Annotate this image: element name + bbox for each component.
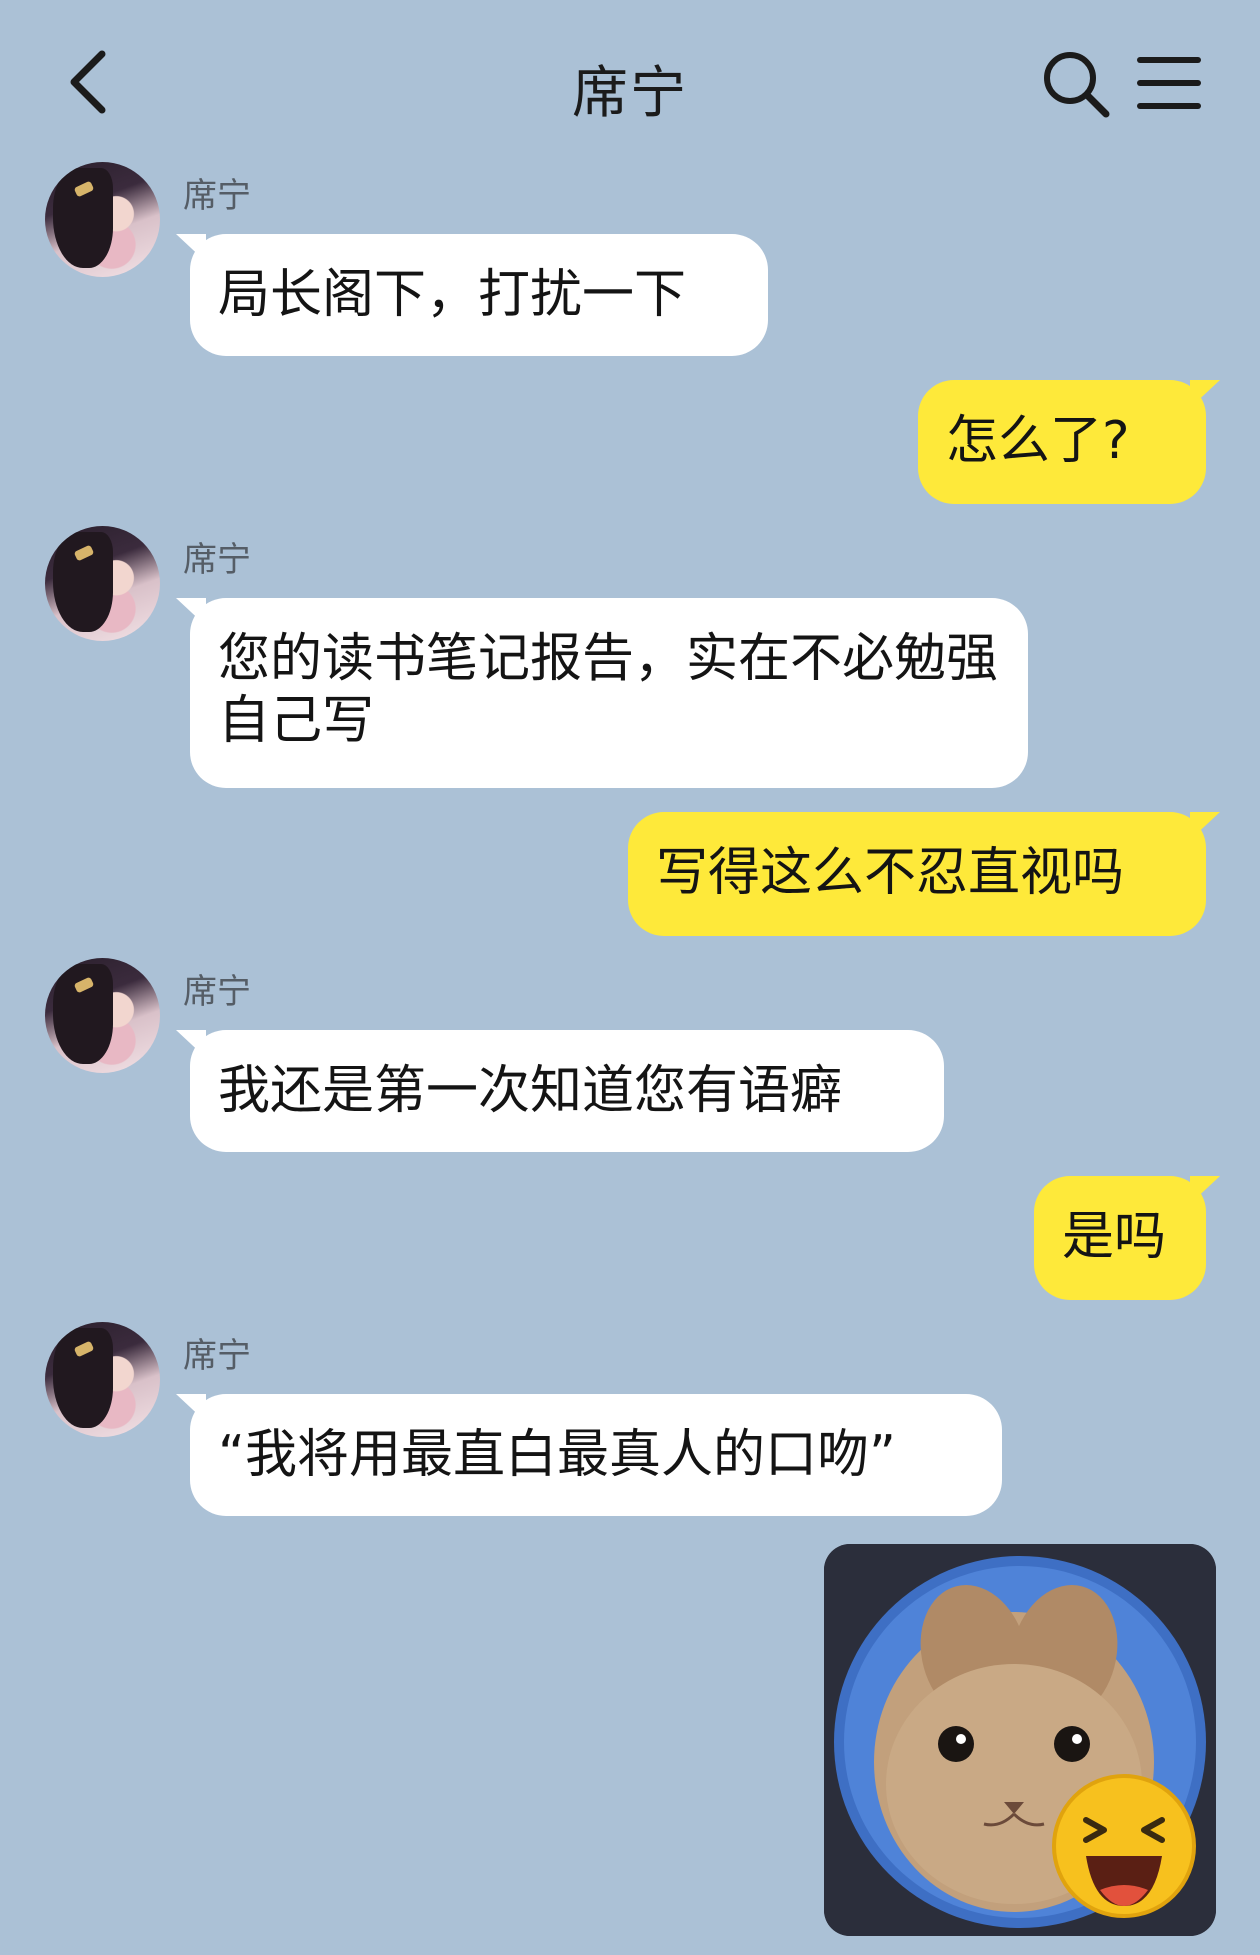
- search-icon: [1044, 52, 1110, 118]
- sender-name: 席宁: [183, 1336, 251, 1376]
- sender-name: 席宁: [183, 540, 251, 580]
- message-bubble-outgoing[interactable]: 写得这么不忍直视吗: [628, 812, 1206, 936]
- message-bubble-outgoing[interactable]: 是吗: [1034, 1176, 1206, 1300]
- sender-name: 席宁: [183, 972, 251, 1012]
- message-bubble-incoming[interactable]: 我还是第一次知道您有语癖: [190, 1030, 944, 1152]
- sticker-image: [824, 1544, 1216, 1936]
- message-bubble-incoming[interactable]: 局长阁下，打扰一下: [190, 234, 768, 356]
- message-bubble-incoming[interactable]: “我将用最直白最真人的口吻”: [190, 1394, 1002, 1516]
- message-bubble-incoming[interactable]: 您的读书笔记报告，实在不必勉强自己写: [190, 598, 1028, 788]
- avatar[interactable]: [45, 162, 160, 277]
- chat-header: 席宁: [0, 0, 1260, 170]
- search-button[interactable]: [1040, 48, 1112, 120]
- menu-icon: [1137, 57, 1201, 109]
- menu-button[interactable]: [1136, 52, 1202, 114]
- avatar[interactable]: [45, 1322, 160, 1437]
- sender-name: 席宁: [183, 176, 251, 216]
- avatar[interactable]: [45, 526, 160, 641]
- message-bubble-outgoing[interactable]: 怎么了?: [918, 380, 1206, 504]
- avatar[interactable]: [45, 958, 160, 1073]
- cat-laughing-sticker[interactable]: [824, 1544, 1216, 1936]
